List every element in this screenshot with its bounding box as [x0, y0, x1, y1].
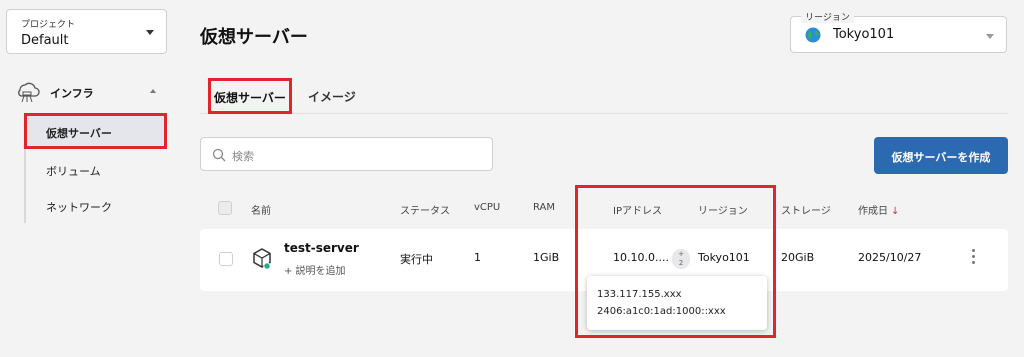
- ip-tooltip-ipv6: 2406:a1c0:1ad:1000::xxx: [597, 306, 726, 317]
- sidebar-item-network[interactable]: ネットワーク: [24, 187, 167, 223]
- search-placeholder: 検索: [232, 150, 254, 163]
- search-input[interactable]: 検索: [200, 137, 493, 171]
- vcpu-value: 1: [474, 251, 481, 264]
- ip-value: 10.10.0....: [613, 251, 669, 264]
- page-title: 仮想サーバー: [200, 27, 308, 48]
- project-select-label: プロジェクト: [21, 20, 76, 30]
- chevron-down-icon: [986, 34, 994, 39]
- column-header-region[interactable]: リージョン: [698, 202, 748, 217]
- tab-bar: 仮想サーバー イメージ: [200, 78, 1008, 114]
- cloud-server-icon: [18, 82, 40, 103]
- column-header-status[interactable]: ステータス: [400, 202, 450, 217]
- ip-more-badge[interactable]: + 2: [672, 249, 690, 269]
- more-actions-icon[interactable]: [972, 249, 976, 267]
- ip-tooltip: 133.117.155.xxx 2406:a1c0:1ad:1000::xxx: [587, 276, 767, 330]
- table-header: 名前 ステータス vCPU RAM IPアドレス リージョン ストレージ 作成日…: [200, 198, 1008, 218]
- sidebar-section-label: インフラ: [50, 87, 94, 100]
- status-text: 実行中: [400, 253, 433, 266]
- region-select-value: Tokyo101: [833, 27, 895, 42]
- select-all-checkbox[interactable]: [218, 201, 232, 215]
- column-header-created[interactable]: 作成日 ↓: [858, 202, 899, 217]
- add-description-link[interactable]: + 説明を追加: [284, 262, 346, 277]
- created-date: 2025/10/27: [858, 251, 922, 264]
- column-header-ip[interactable]: IPアドレス: [613, 202, 662, 217]
- storage-value: 20GiB: [781, 251, 815, 264]
- column-header-created-label: 作成日: [858, 206, 888, 217]
- region-select[interactable]: リージョン Tokyo101: [790, 10, 1007, 53]
- ip-tooltip-ipv4: 133.117.155.xxx: [597, 289, 682, 300]
- ip-more-count: + 2: [678, 250, 684, 267]
- sort-desc-icon: ↓: [891, 206, 900, 217]
- server-name[interactable]: test-server: [284, 241, 359, 255]
- column-header-name[interactable]: 名前: [251, 202, 271, 217]
- globe-icon: [805, 27, 821, 43]
- tab-images[interactable]: イメージ: [308, 78, 356, 112]
- column-header-storage[interactable]: ストレージ: [781, 202, 831, 217]
- ram-value: 1GiB: [533, 251, 560, 264]
- sidebar-item-virtual-servers[interactable]: 仮想サーバー: [24, 113, 167, 149]
- region-select-label: リージョン: [801, 10, 854, 23]
- row-checkbox[interactable]: [219, 252, 233, 266]
- sidebar-section-infra[interactable]: インフラ: [12, 78, 168, 106]
- column-header-vcpu[interactable]: vCPU: [474, 202, 500, 213]
- region-value: Tokyo101: [698, 251, 750, 264]
- project-select[interactable]: プロジェクト Default: [6, 9, 167, 54]
- project-select-value: Default: [21, 33, 69, 48]
- sidebar-item-volumes[interactable]: ボリューム: [24, 151, 167, 187]
- tab-virtual-servers[interactable]: 仮想サーバー: [208, 78, 292, 114]
- chevron-up-icon[interactable]: [150, 89, 156, 93]
- sidebar: プロジェクト Default インフラ 仮想サーバー ボリューム ネットワーク: [0, 0, 176, 357]
- server-icon: [253, 248, 271, 270]
- column-header-ram[interactable]: RAM: [533, 202, 555, 213]
- chevron-down-icon: [146, 30, 154, 35]
- create-server-button[interactable]: 仮想サーバーを作成: [874, 137, 1008, 174]
- search-icon: [212, 148, 226, 162]
